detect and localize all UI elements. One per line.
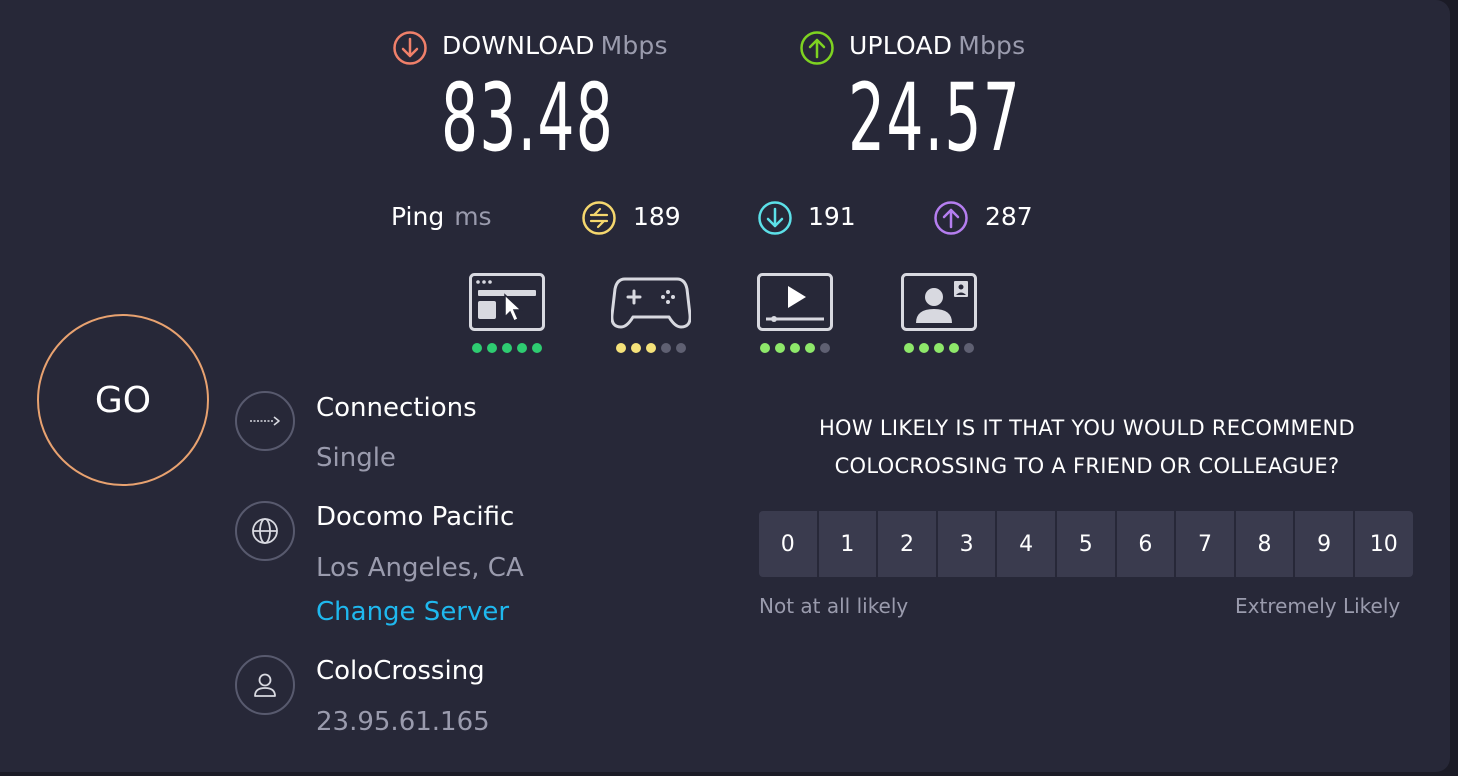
globe-icon xyxy=(252,518,278,544)
streaming-dots xyxy=(760,343,833,353)
user-icon xyxy=(254,673,276,697)
scale-option-6[interactable]: 6 xyxy=(1116,511,1175,577)
connections-value[interactable]: Single xyxy=(316,443,396,473)
provider-icon xyxy=(235,655,295,715)
ping-download-value: 191 xyxy=(808,202,856,231)
scale-option-8[interactable]: 8 xyxy=(1235,511,1294,577)
rating-dot xyxy=(517,343,527,353)
scale-option-2[interactable]: 2 xyxy=(878,511,936,577)
provider-title: ColoCrossing xyxy=(316,656,485,686)
survey-question: HOW LIKELY IS IT THAT YOU WOULD RECOMMEN… xyxy=(747,409,1427,485)
rating-dot xyxy=(472,343,482,353)
gamepad-icon xyxy=(610,277,692,329)
download-unit: Mbps xyxy=(600,31,668,60)
rating-dot xyxy=(616,343,626,353)
rating-dot xyxy=(646,343,656,353)
rating-dot xyxy=(919,343,929,353)
browsing-dots xyxy=(472,343,545,353)
upload-unit: Mbps xyxy=(958,31,1026,60)
download-header xyxy=(392,30,428,70)
rating-dot xyxy=(532,343,542,353)
ping-upload xyxy=(933,200,969,240)
server-location: Los Angeles, CA xyxy=(316,553,524,583)
gaming-dots xyxy=(616,343,691,353)
upload-header xyxy=(799,30,835,70)
scale-high-label: Extremely Likely xyxy=(1235,594,1401,618)
video-chat-icon xyxy=(901,273,977,331)
rating-dot xyxy=(805,343,815,353)
change-server-link[interactable]: Change Server xyxy=(316,597,509,627)
rating-dot xyxy=(790,343,800,353)
rating-dot xyxy=(487,343,497,353)
scale-option-1[interactable]: 1 xyxy=(818,511,877,577)
rating-dot xyxy=(631,343,641,353)
scale-option-5[interactable]: 5 xyxy=(1056,511,1115,577)
video-streaming-icon xyxy=(757,273,833,331)
ping-download xyxy=(757,200,793,240)
scale-option-3[interactable]: 3 xyxy=(937,511,996,577)
scale-option-9[interactable]: 9 xyxy=(1295,511,1353,577)
upload-value: 24.57 xyxy=(848,64,1022,173)
provider-ip: 23.95.61.165 xyxy=(316,707,490,737)
rating-dot xyxy=(904,343,914,353)
survey-question-line1: HOW LIKELY IS IT THAT YOU WOULD RECOMMEN… xyxy=(818,416,1356,440)
scale-option-4[interactable]: 4 xyxy=(997,511,1055,577)
rating-dot xyxy=(964,343,974,353)
scale-option-7[interactable]: 7 xyxy=(1176,511,1234,577)
download-arrow-icon xyxy=(393,31,427,65)
survey-scale: 0 1 2 3 4 5 6 7 8 9 10 xyxy=(759,511,1413,577)
download-label: DOWNLOAD Mbps xyxy=(442,31,668,60)
scale-option-10[interactable]: 10 xyxy=(1354,511,1413,577)
browsing-rating xyxy=(469,273,545,353)
survey-question-line2: COLOCROSSING TO A FRIEND OR COLLEAGUE? xyxy=(834,454,1340,478)
rating-dot xyxy=(661,343,671,353)
arrow-right-icon xyxy=(250,416,280,426)
download-value: 83.48 xyxy=(441,64,615,173)
speedtest-panel: DOWNLOAD Mbps 83.48 UPLOAD Mbps 24.57 Ping… xyxy=(0,0,1450,772)
streaming-rating xyxy=(757,273,833,353)
rating-dot xyxy=(502,343,512,353)
scale-option-0[interactable]: 0 xyxy=(759,511,817,577)
scale-low-label: Not at all likely xyxy=(759,594,909,618)
ping-label: Ping ms xyxy=(391,202,492,231)
ping-upload-value: 287 xyxy=(985,202,1033,231)
rating-dot xyxy=(676,343,686,353)
rating-dot xyxy=(775,343,785,353)
ping-idle-value: 189 xyxy=(633,202,681,231)
gaming-rating xyxy=(610,273,692,353)
browsing-icon xyxy=(469,273,545,331)
connections-icon xyxy=(235,391,295,451)
video-chat-rating xyxy=(901,273,977,353)
ping-download-icon xyxy=(758,201,792,235)
rating-dot xyxy=(949,343,959,353)
ping-upload-icon xyxy=(934,201,968,235)
ping-unit: ms xyxy=(454,202,492,231)
video-chat-dots xyxy=(904,343,977,353)
rating-dot xyxy=(934,343,944,353)
rating-dot xyxy=(820,343,830,353)
ping-idle xyxy=(581,200,617,240)
server-title: Docomo Pacific xyxy=(316,502,515,532)
upload-label: UPLOAD Mbps xyxy=(849,31,1026,60)
server-icon xyxy=(235,501,295,561)
rating-dot xyxy=(760,343,770,353)
connections-title: Connections xyxy=(316,393,477,423)
go-button[interactable]: GO xyxy=(37,314,209,486)
upload-arrow-icon xyxy=(800,31,834,65)
ping-idle-icon xyxy=(582,201,616,235)
